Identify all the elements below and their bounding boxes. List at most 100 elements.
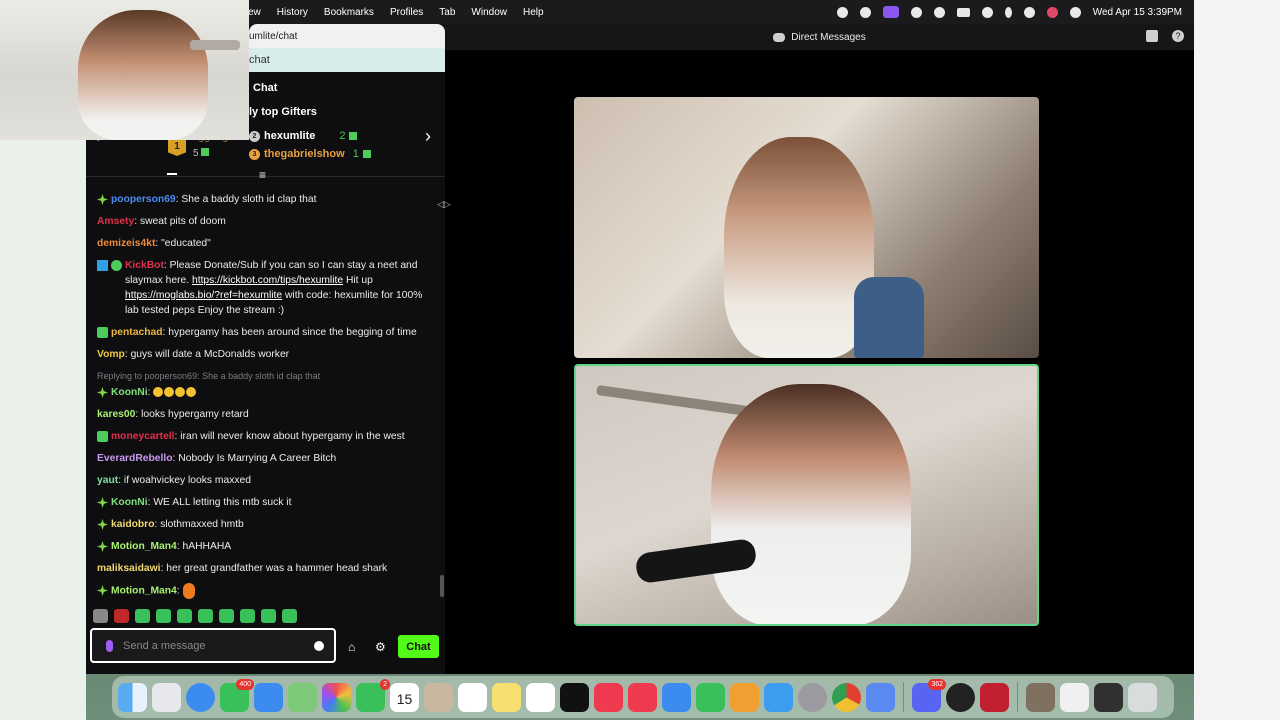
photo-thumbnail-icon[interactable] xyxy=(1026,682,1055,712)
clock[interactable]: Wed Apr 15 3:39PM xyxy=(1093,7,1182,18)
chat-username[interactable]: kaidobro xyxy=(111,519,154,530)
whatsapp-icon[interactable]: 400 xyxy=(220,678,254,712)
discord-icon[interactable]: 362 xyxy=(912,678,946,712)
video-tile-self[interactable] xyxy=(574,364,1039,626)
chat-message: Amsety: sweat pits of doom xyxy=(97,216,226,227)
numbers-icon[interactable] xyxy=(696,682,725,712)
menu-item[interactable]: Tab xyxy=(439,7,455,18)
emote-bar xyxy=(93,608,297,624)
app-store-icon[interactable] xyxy=(764,682,793,712)
filter-icon[interactable]: ≡ xyxy=(259,168,266,182)
chat-username[interactable]: maliksaidawi xyxy=(97,563,161,574)
url-suggestion[interactable]: chat xyxy=(249,48,445,72)
pages-icon[interactable] xyxy=(730,682,759,712)
emote-icon[interactable] xyxy=(240,609,255,623)
chat-username[interactable]: Amsety xyxy=(97,216,134,227)
apple-tv-icon[interactable] xyxy=(560,682,589,712)
keynote-icon[interactable] xyxy=(662,682,691,712)
simulator-icon[interactable] xyxy=(866,682,895,712)
contacts-icon[interactable] xyxy=(424,682,453,712)
video-tile-remote[interactable] xyxy=(574,97,1039,358)
music-icon[interactable] xyxy=(594,682,623,712)
microphone-icon[interactable] xyxy=(106,639,113,652)
calendar-icon[interactable]: 15 xyxy=(390,682,419,712)
message-input[interactable] xyxy=(121,638,314,653)
document-thumbnail-icon[interactable] xyxy=(1060,682,1089,712)
resize-handle-icon[interactable]: ◁▷ xyxy=(437,199,451,210)
chevron-right-icon[interactable]: › xyxy=(425,126,431,147)
system-settings-icon[interactable] xyxy=(798,682,827,712)
ceiling-fan xyxy=(190,40,240,50)
emote-icon[interactable] xyxy=(93,609,108,623)
chat-link[interactable]: https://kickbot.com/tips/hexumlite xyxy=(192,275,343,286)
emote-icon[interactable] xyxy=(261,609,276,623)
chat-username[interactable]: pooperson69 xyxy=(111,194,176,205)
menu-item[interactable]: ew xyxy=(248,7,261,18)
chat-username[interactable]: Vomp xyxy=(97,349,125,360)
emote-icon[interactable] xyxy=(198,609,213,623)
news-icon[interactable] xyxy=(628,682,657,712)
freeform-icon[interactable] xyxy=(526,682,555,712)
chat-username[interactable]: kares00 xyxy=(97,409,135,420)
finder-icon[interactable] xyxy=(118,682,147,712)
chat-username[interactable]: KickBot xyxy=(125,260,164,271)
trash-icon[interactable] xyxy=(1128,682,1157,712)
obs-icon[interactable] xyxy=(946,682,975,712)
chat-username[interactable]: pentachad xyxy=(111,327,163,338)
emote-icon[interactable] xyxy=(156,609,171,623)
emote-icon[interactable] xyxy=(282,609,297,623)
chat-username[interactable]: demizeis4kt xyxy=(97,238,155,249)
emote-icon[interactable] xyxy=(177,609,192,623)
store-icon[interactable]: ⌂ xyxy=(348,640,355,654)
moon-icon[interactable] xyxy=(933,6,945,18)
emote-icon[interactable] xyxy=(219,609,234,623)
chrome-icon[interactable] xyxy=(832,682,861,712)
messages-icon[interactable]: 2 xyxy=(356,678,390,712)
dictionary-icon[interactable] xyxy=(980,682,1009,712)
emote-icon[interactable] xyxy=(114,609,129,623)
photos-icon[interactable] xyxy=(322,682,351,712)
emote-icon xyxy=(175,387,186,398)
chat-text: Hit up xyxy=(345,275,373,286)
gifter-count: 1 xyxy=(352,148,359,160)
menu-item[interactable]: Profiles xyxy=(390,7,423,18)
chat-username[interactable]: EverardRebello xyxy=(97,453,173,464)
maps-icon[interactable] xyxy=(288,682,317,712)
chat-username[interactable]: yaut xyxy=(97,475,118,486)
reminders-icon[interactable] xyxy=(458,682,487,712)
screenshot-thumbnail-icon[interactable] xyxy=(1094,682,1123,712)
mail-icon[interactable] xyxy=(254,682,283,712)
headset-icon[interactable] xyxy=(859,6,871,18)
chat-username[interactable]: Motion_Man4 xyxy=(111,541,177,552)
url-bar[interactable]: umlite/chat xyxy=(249,24,445,48)
chat-username[interactable]: KoonNi xyxy=(111,387,148,398)
record-icon[interactable] xyxy=(836,6,848,18)
bluetooth-icon[interactable] xyxy=(1004,6,1012,18)
settings-icon[interactable]: ⚙ xyxy=(375,640,386,654)
safari-icon[interactable] xyxy=(186,682,215,712)
emoji-icon[interactable] xyxy=(314,640,324,651)
search-icon[interactable] xyxy=(1023,6,1035,18)
chat-username[interactable]: KoonNi xyxy=(111,497,148,508)
help-icon[interactable]: ? xyxy=(1172,30,1184,42)
send-chat-button[interactable]: Chat xyxy=(398,635,439,658)
control-center-icon[interactable] xyxy=(1069,6,1081,18)
screen-share-icon[interactable] xyxy=(882,6,899,18)
reply-reference[interactable]: Replying to pooperson69: She a baddy slo… xyxy=(97,369,432,384)
menu-item[interactable]: Window xyxy=(471,7,507,18)
chat-username[interactable]: moneycartell xyxy=(111,431,175,442)
chat-link[interactable]: https://moglabs.bio/?ref=hexumlite xyxy=(125,290,282,301)
menu-item[interactable]: History xyxy=(277,7,308,18)
inbox-icon[interactable] xyxy=(1146,30,1158,42)
chat-username[interactable]: Motion_Man4 xyxy=(111,586,177,597)
notes-icon[interactable] xyxy=(492,682,521,712)
launchpad-icon[interactable] xyxy=(152,682,181,712)
menu-item[interactable]: Bookmarks xyxy=(324,7,374,18)
battery-icon[interactable] xyxy=(956,7,970,17)
play-icon[interactable] xyxy=(910,6,922,18)
scrollbar[interactable] xyxy=(440,575,444,597)
emote-icon[interactable] xyxy=(135,609,150,623)
siri-icon[interactable] xyxy=(1046,6,1058,18)
wifi-icon[interactable] xyxy=(981,6,993,18)
menu-item[interactable]: Help xyxy=(523,7,544,18)
